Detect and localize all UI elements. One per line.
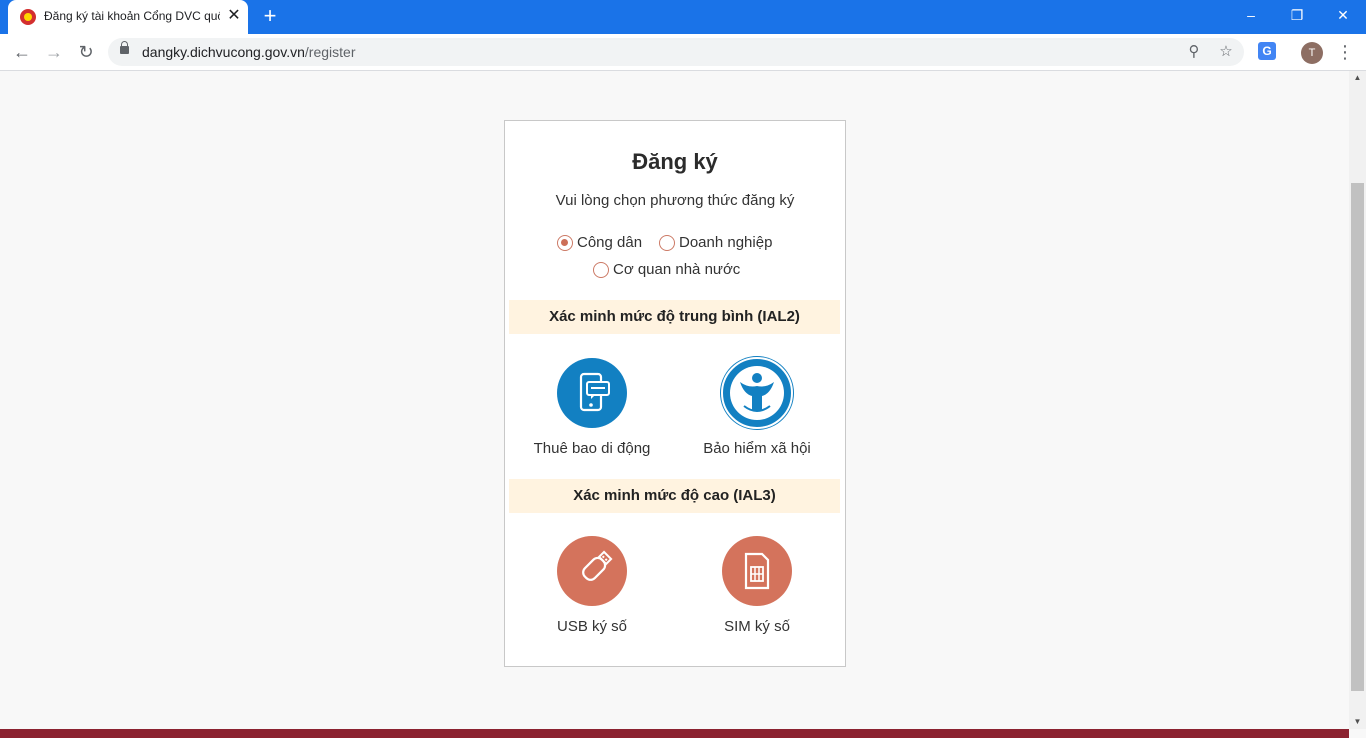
option-mobile-subscription[interactable]: Thuê bao di động <box>512 358 672 457</box>
browser-toolbar: ← → ↻ dangky.dichvucong.gov.vn/register … <box>0 34 1366 71</box>
lock-icon[interactable] <box>120 41 129 54</box>
mobile-subscription-icon[interactable] <box>557 358 627 428</box>
minimize-window-button[interactable]: – <box>1228 0 1274 30</box>
browser-menu-icon[interactable]: ⋮ <box>1336 40 1354 64</box>
sim-card-icon[interactable] <box>722 536 792 606</box>
zoom-icon[interactable]: ⚲ <box>1184 42 1204 62</box>
scroll-down-arrow-icon[interactable]: ▼ <box>1349 715 1366 729</box>
section-header-ial2: Xác minh mức độ trung bình (IAL2) <box>509 300 840 334</box>
option-label: USB ký số <box>556 618 628 635</box>
scrollbar-thumb[interactable] <box>1351 183 1364 691</box>
option-label: Thuê bao di động <box>533 440 651 457</box>
page-title: Đăng ký <box>632 149 718 174</box>
google-translate-icon[interactable]: G <box>1258 42 1276 60</box>
radio-doanh-nghiep[interactable]: Doanh nghiệp <box>659 233 772 253</box>
tab-title: Đăng ký tài khoản Cổng DVC quốc gia <box>44 9 220 23</box>
social-insurance-logo-icon[interactable] <box>720 356 794 430</box>
option-label: Bảo hiểm xã hội <box>703 440 811 457</box>
url-host: dangky.dichvucong.gov.vn <box>142 44 305 60</box>
close-tab-icon[interactable]: ✕ <box>224 6 244 26</box>
address-bar[interactable]: dangky.dichvucong.gov.vn/register ⚲ ☆ <box>108 38 1244 66</box>
url-path: /register <box>304 44 356 60</box>
radio-checked-icon[interactable] <box>557 235 573 251</box>
bookmark-star-icon[interactable]: ☆ <box>1216 42 1236 62</box>
register-card: Đăng ký Vui lòng chọn phương thức đăng k… <box>504 120 846 667</box>
option-sim-card[interactable]: SIM ký số <box>677 536 837 635</box>
close-window-button[interactable]: ✕ <box>1320 0 1366 30</box>
option-social-insurance[interactable]: Bảo hiểm xã hội <box>677 356 837 457</box>
restore-window-button[interactable]: ❐ <box>1274 0 1320 30</box>
page-subtitle: Vui lòng chọn phương thức đăng ký <box>555 192 795 209</box>
usb-token-icon[interactable] <box>557 536 627 606</box>
scroll-up-arrow-icon[interactable]: ▲ <box>1349 71 1366 85</box>
radio-label: Công dân <box>577 234 643 251</box>
page-footer-bar <box>0 729 1349 738</box>
section-header-ial3: Xác minh mức độ cao (IAL3) <box>509 479 840 513</box>
profile-avatar[interactable]: T <box>1301 42 1323 64</box>
url-text[interactable]: dangky.dichvucong.gov.vn/register <box>142 44 356 60</box>
option-usb-token[interactable]: USB ký số <box>512 536 672 635</box>
page-scrollbar[interactable]: ▲ ▼ <box>1349 71 1366 729</box>
radio-label: Doanh nghiệp <box>679 234 773 251</box>
back-arrow-icon[interactable]: ← <box>10 40 34 64</box>
new-tab-button[interactable]: + <box>258 5 282 29</box>
radio-unchecked-icon[interactable] <box>659 235 675 251</box>
radio-co-quan-nha-nuoc[interactable]: Cơ quan nhà nước <box>593 260 740 280</box>
browser-titlebar: Đăng ký tài khoản Cổng DVC quốc gia ✕ + … <box>0 0 1366 34</box>
reload-icon[interactable]: ↻ <box>74 40 98 64</box>
browser-tab[interactable]: Đăng ký tài khoản Cổng DVC quốc gia ✕ <box>8 0 248 34</box>
radio-unchecked-icon[interactable] <box>593 262 609 278</box>
radio-cong-dan[interactable]: Công dân <box>557 233 642 253</box>
site-favicon-icon <box>20 9 36 25</box>
option-label: SIM ký số <box>724 618 790 635</box>
radio-label: Cơ quan nhà nước <box>613 261 741 278</box>
forward-arrow-icon[interactable]: → <box>42 40 66 64</box>
